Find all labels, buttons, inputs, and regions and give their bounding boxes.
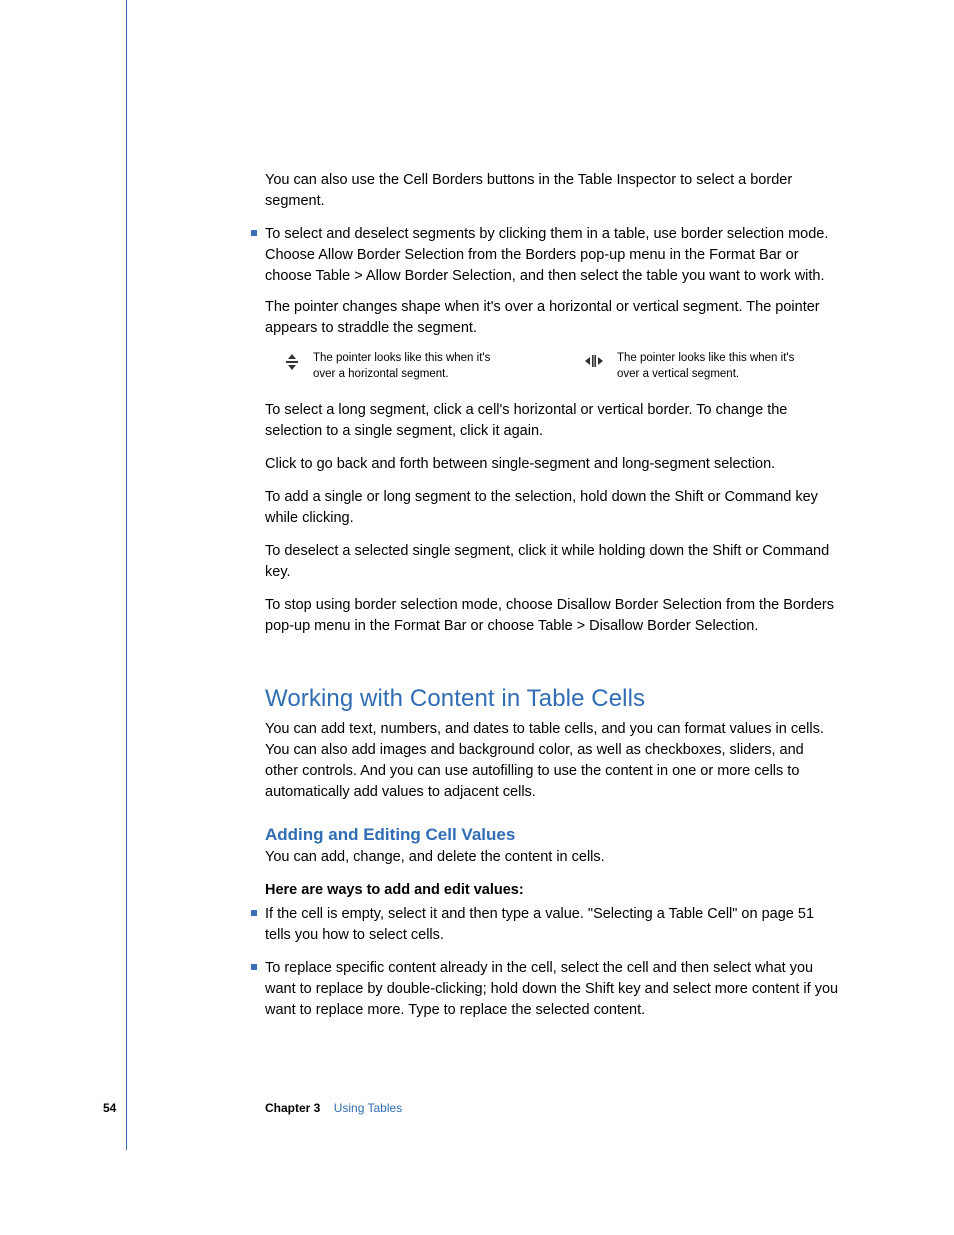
section-heading: Working with Content in Table Cells	[265, 685, 840, 713]
list-item: To select and deselect segments by click…	[265, 224, 840, 637]
horizontal-pointer-callout: The pointer looks like this when it's ov…	[285, 351, 515, 382]
paragraph: You can add, change, and delete the cont…	[265, 847, 840, 868]
vertical-resize-pointer-icon	[585, 354, 603, 373]
bullet-square-icon	[251, 964, 257, 970]
bullet-square-icon	[251, 230, 257, 236]
subsection-heading: Adding and Editing Cell Values	[265, 825, 840, 845]
list-item: If the cell is empty, select it and then…	[265, 904, 840, 946]
paragraph: The pointer changes shape when it's over…	[265, 297, 840, 339]
paragraph: To stop using border selection mode, cho…	[265, 595, 840, 637]
paragraph: To select a long segment, click a cell's…	[265, 400, 840, 442]
callout-caption: The pointer looks like this when it's ov…	[313, 351, 515, 382]
paragraph: To select and deselect segments by click…	[265, 224, 840, 287]
paragraph: You can also use the Cell Borders button…	[265, 170, 840, 212]
paragraph: To deselect a selected single segment, c…	[265, 541, 840, 583]
paragraph: To replace specific content already in t…	[265, 958, 840, 1021]
paragraph: To add a single or long segment to the s…	[265, 487, 840, 529]
vertical-pointer-callout: The pointer looks like this when it's ov…	[585, 351, 815, 382]
callout-caption: The pointer looks like this when it's ov…	[617, 351, 815, 382]
left-margin-rule	[126, 0, 127, 1150]
document-page: You can also use the Cell Borders button…	[0, 0, 954, 1235]
paragraph: If the cell is empty, select it and then…	[265, 904, 840, 946]
horizontal-resize-pointer-icon	[285, 354, 299, 375]
pointer-callouts: The pointer looks like this when it's ov…	[285, 351, 840, 382]
bullet-square-icon	[251, 910, 257, 916]
paragraph: Click to go back and forth between singl…	[265, 454, 840, 475]
lead-in: Here are ways to add and edit values:	[265, 882, 840, 898]
page-number: 54	[103, 1101, 116, 1115]
chapter-title: Using Tables	[334, 1101, 402, 1115]
body-content: You can also use the Cell Borders button…	[265, 170, 840, 1033]
chapter-reference: Chapter 3 Using Tables	[265, 1101, 402, 1115]
chapter-label: Chapter 3	[265, 1101, 320, 1115]
list-item: To replace specific content already in t…	[265, 958, 840, 1021]
paragraph: You can add text, numbers, and dates to …	[265, 719, 840, 803]
